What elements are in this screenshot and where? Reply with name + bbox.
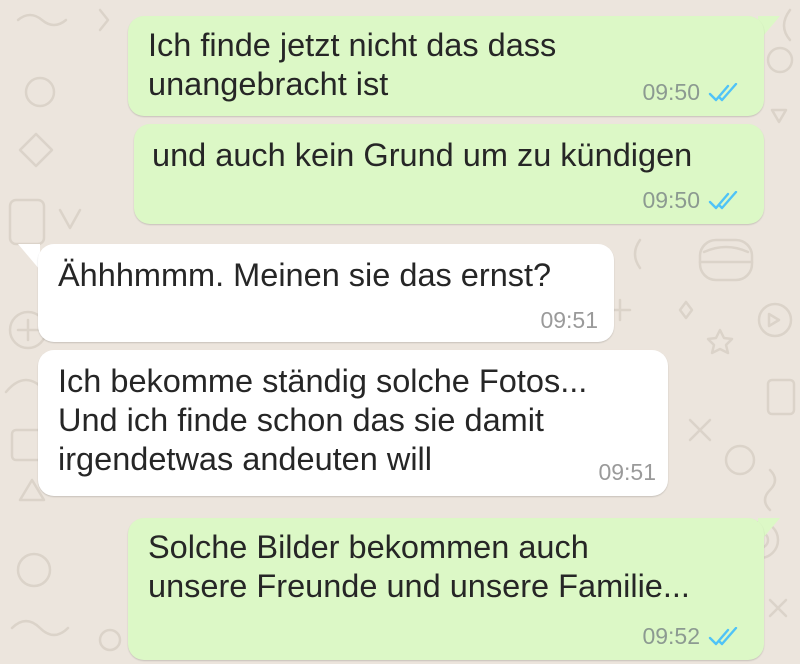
message-time: 09:51 bbox=[540, 307, 598, 333]
message-bubble-outgoing[interactable]: Solche Bilder bekommen auch unsere Freun… bbox=[128, 518, 764, 660]
double-check-read-icon bbox=[708, 626, 738, 645]
message-list[interactable]: Ich finde jetzt nicht das dass unangebra… bbox=[0, 0, 800, 664]
message-text: Solche Bilder bekommen auch unsere Freun… bbox=[148, 529, 690, 604]
message-time: 09:50 bbox=[642, 79, 700, 105]
message-text: und auch kein Grund um zu kündigen bbox=[152, 137, 693, 173]
message-text: Ähhhmmm. Meinen sie das ernst? bbox=[58, 257, 552, 293]
message-meta: 09:52 bbox=[642, 623, 742, 650]
message-bubble-outgoing[interactable]: und auch kein Grund um zu kündigen 09:50 bbox=[134, 124, 764, 224]
double-check-read-icon bbox=[708, 190, 738, 209]
message-bubble-incoming[interactable]: Ich bekomme ständig solche Fotos... Und … bbox=[38, 350, 668, 496]
message-meta: 09:51 bbox=[598, 459, 656, 486]
message-text: Ich bekomme ständig solche Fotos... Und … bbox=[58, 363, 588, 477]
message-bubble-incoming[interactable]: Ähhhmmm. Meinen sie das ernst? 09:51 bbox=[38, 244, 614, 342]
double-check-read-icon bbox=[708, 82, 738, 101]
message-meta: 09:50 bbox=[642, 79, 742, 106]
message-time: 09:51 bbox=[598, 459, 656, 485]
message-bubble-outgoing[interactable]: Ich finde jetzt nicht das dass unangebra… bbox=[128, 16, 764, 116]
message-text: Ich finde jetzt nicht das dass unangebra… bbox=[148, 27, 557, 102]
message-meta: 09:50 bbox=[642, 187, 742, 214]
bubble-tail bbox=[18, 244, 40, 270]
message-time: 09:50 bbox=[642, 187, 700, 213]
message-time: 09:52 bbox=[642, 623, 700, 649]
message-meta: 09:51 bbox=[540, 307, 598, 334]
